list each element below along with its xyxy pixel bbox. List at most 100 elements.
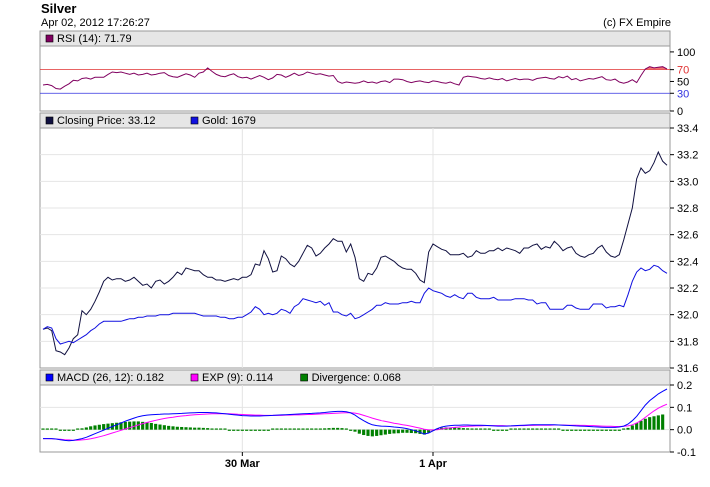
macd-divergence-bar <box>648 417 652 430</box>
chart-canvas: RSI (14): 71.79 100 705030 0 Closing Price: … <box>39 30 698 470</box>
macd-divergence-bar <box>596 429 600 431</box>
macd-divergence-bar <box>331 427 335 430</box>
macd-divergence-bar <box>258 429 262 431</box>
macd-plot-frame <box>39 384 671 453</box>
price-ytick-label-8: 31.8 <box>677 336 698 348</box>
macd-divergence-bar <box>188 427 192 430</box>
macd-divergence-bar <box>318 428 322 430</box>
macd-divergence-bar <box>54 428 58 430</box>
macd-divergence-bar <box>310 428 314 430</box>
macd-divergence-bar <box>149 422 153 430</box>
price-ytick-label-4: 32.6 <box>677 230 698 242</box>
macd-divergence-bar <box>301 428 305 430</box>
price-legend-label-1: Gold: 1679 <box>202 115 256 127</box>
macd-divergence-bar <box>613 429 617 431</box>
macd-divergence-bar <box>240 429 244 431</box>
macd-divergence-bar <box>379 429 383 436</box>
macd-divergence-bar <box>401 429 405 433</box>
price-legend-swatch-1 <box>190 116 199 125</box>
macd-divergence-bar <box>357 429 361 434</box>
macd-divergence-bar <box>193 427 197 430</box>
macd-divergence-bar <box>84 427 88 430</box>
rsi-legend-swatch-0 <box>45 34 54 43</box>
macd-divergence-bar <box>656 415 660 430</box>
macd-divergence-bar <box>544 428 548 430</box>
macd-divergence-bar <box>180 426 184 430</box>
macd-divergence-bar <box>214 428 218 430</box>
macd-divergence-bar <box>500 429 504 431</box>
macd-divergence-bar <box>509 428 513 430</box>
macd-line <box>43 388 668 442</box>
macd-divergence-bar <box>115 422 119 430</box>
macd-divergence-bar <box>396 429 400 434</box>
macd-divergence-bar <box>557 428 561 430</box>
price-ytick-label-1: 33.2 <box>677 150 698 162</box>
macd-divergence-bar <box>526 428 530 430</box>
macd-divergence-bar <box>570 429 574 431</box>
macd-divergence-bar <box>349 429 353 431</box>
macd-divergence-bar <box>388 429 392 434</box>
macd-divergence-bar <box>227 429 231 431</box>
macd-divergence-bar <box>578 429 582 431</box>
macd-divergence-bar <box>565 429 569 431</box>
macd-divergence-bar <box>184 427 188 430</box>
macd-divergence-bar <box>284 428 288 430</box>
price-ytick-label-6: 32.2 <box>677 283 698 295</box>
rsi-line <box>42 66 668 90</box>
macd-divergence-bar <box>197 427 201 430</box>
macd-divergence-bar <box>513 428 517 430</box>
macd-divergence-bar <box>305 428 309 430</box>
price-ytick-label-9: 31.6 <box>677 363 698 375</box>
macd-divergence-bar <box>574 429 578 431</box>
macd-divergence-bar <box>336 427 340 430</box>
macd-divergence-bar <box>297 428 301 430</box>
macd-divergence-bar <box>63 429 67 431</box>
macd-divergence-bar <box>80 428 84 430</box>
xaxis-tick-label-0: 30 Mar <box>225 458 261 470</box>
macd-ytick-label-2: 0.0 <box>677 425 692 437</box>
macd-divergence-bar <box>661 414 665 430</box>
macd-divergence-bar <box>375 429 379 436</box>
macd-divergence-bar <box>487 428 491 430</box>
macd-ytick-label-0: 0.2 <box>677 380 692 392</box>
macd-divergence-bar <box>76 428 80 430</box>
macd-legend-label-1: EXP (9): 0.114 <box>202 372 273 384</box>
macd-divergence-bar <box>474 428 478 430</box>
macd-divergence-bar <box>535 428 539 430</box>
macd-legend-label-2: Divergence: 0.068 <box>312 372 401 384</box>
macd-divergence-bar <box>266 429 270 431</box>
macd-divergence-bar <box>162 425 166 430</box>
macd-divergence-bar <box>539 428 543 430</box>
macd-divergence-bar <box>275 428 279 430</box>
macd-divergence-bar <box>470 428 474 430</box>
price-series-gold <box>42 264 668 345</box>
macd-divergence-bar <box>392 429 396 434</box>
price-series-closing-price <box>42 150 668 356</box>
macd-divergence-bar <box>600 429 604 431</box>
macd-legend-swatch-2 <box>300 373 308 382</box>
macd-divergence-bar <box>236 429 240 431</box>
macd-divergence-bar <box>353 429 357 432</box>
macd-divergence-bar <box>288 428 292 430</box>
macd-divergence-bar <box>461 428 465 430</box>
macd-divergence-bar <box>383 429 387 435</box>
macd-divergence-bar <box>552 428 556 430</box>
macd-divergence-bar <box>201 427 205 430</box>
macd-divergence-bar <box>630 425 634 430</box>
macd-divergence-bar <box>626 427 630 430</box>
macd-divergence-bar <box>492 429 496 431</box>
macd-legend-swatch-1 <box>190 373 199 382</box>
macd-divergence-bar <box>50 428 54 430</box>
macd-divergence-bar <box>370 429 374 437</box>
macd-divergence-bar <box>591 429 595 431</box>
macd-divergence-bar <box>505 429 509 431</box>
macd-divergence-bar <box>262 429 266 431</box>
macd-divergence-bar <box>171 426 175 430</box>
macd-divergence-bar <box>604 429 608 431</box>
macd-divergence-bar <box>457 427 461 430</box>
macd-divergence-bar <box>175 426 179 430</box>
macd-divergence-bar <box>522 428 526 430</box>
price-ytick-label-7: 32.0 <box>677 310 698 322</box>
macd-divergence-bar <box>344 428 348 430</box>
macd-divergence-bar <box>67 429 71 431</box>
